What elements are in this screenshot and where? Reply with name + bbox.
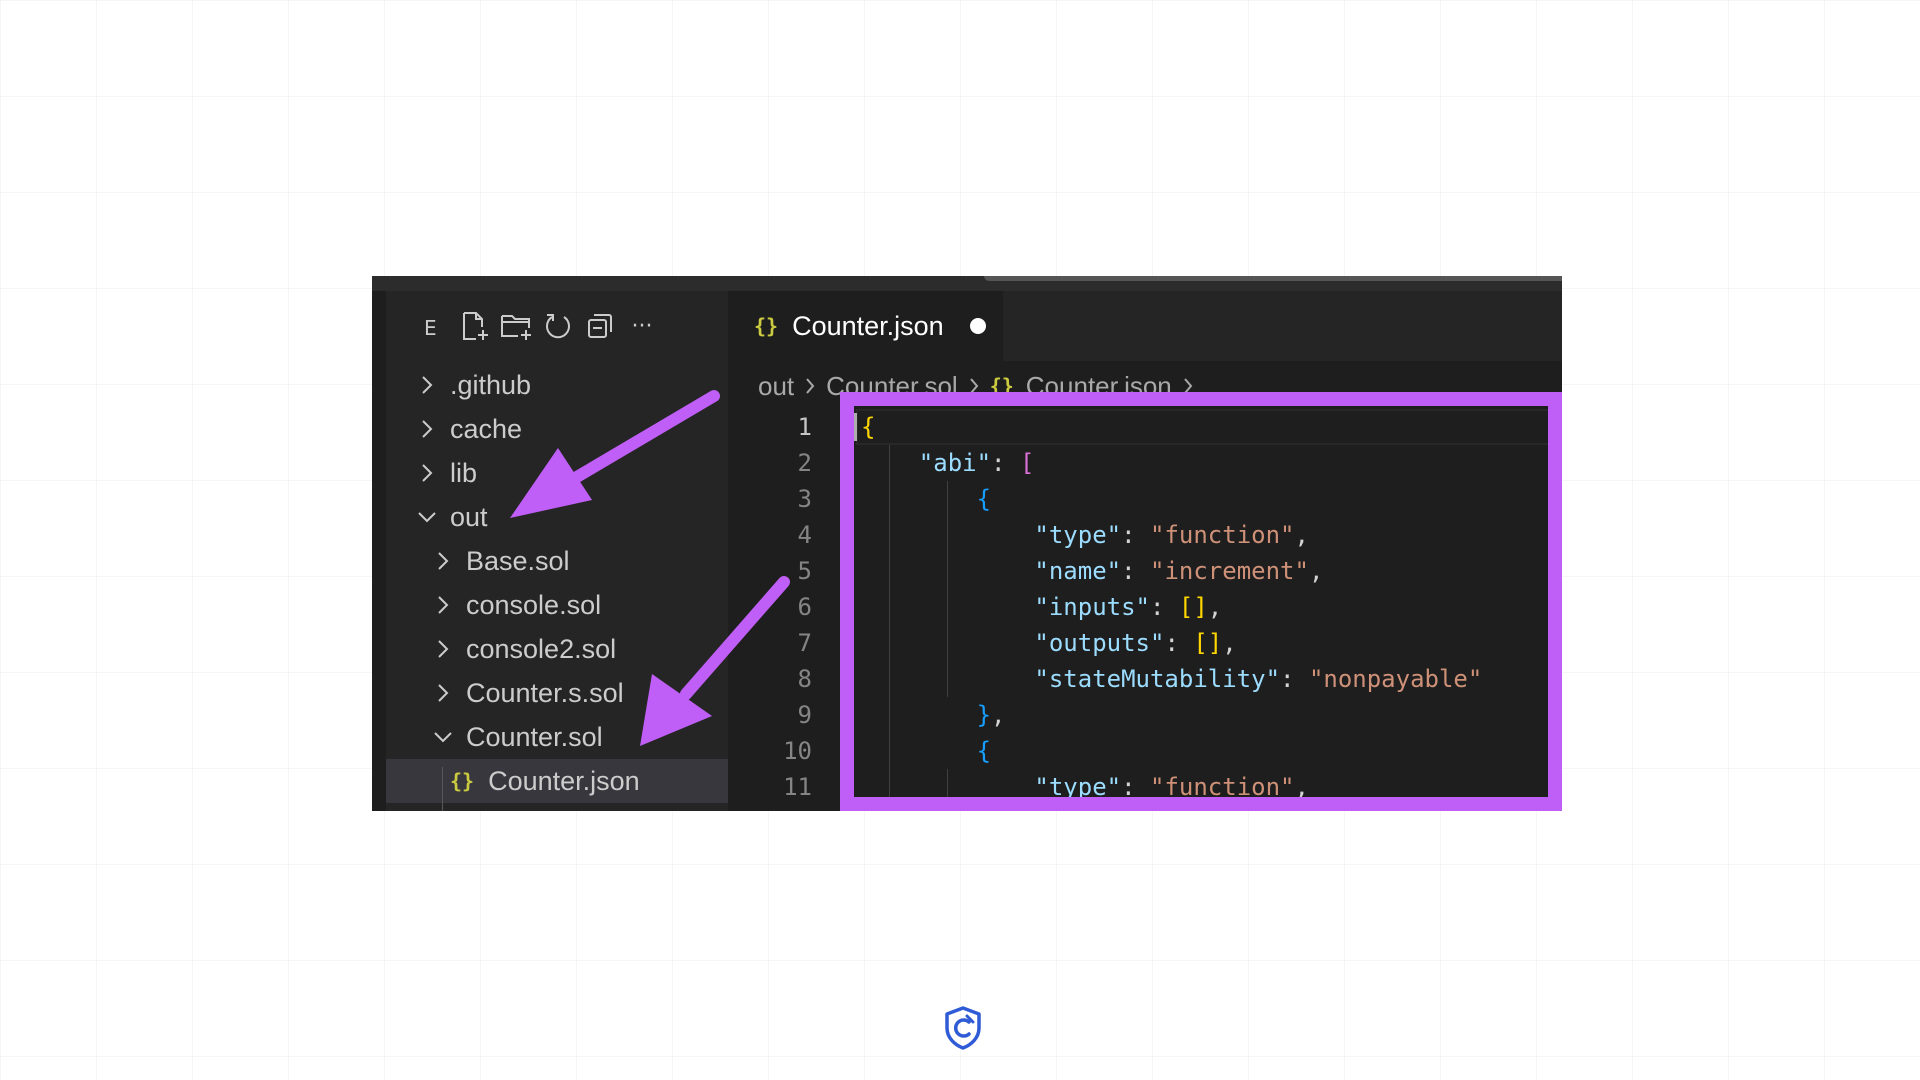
shield-logo-icon <box>945 1006 981 1050</box>
arrow-annotation-layer <box>510 390 790 746</box>
arrow-to-out-icon <box>510 390 720 518</box>
arrow-to-counter-sol-icon <box>640 576 790 746</box>
